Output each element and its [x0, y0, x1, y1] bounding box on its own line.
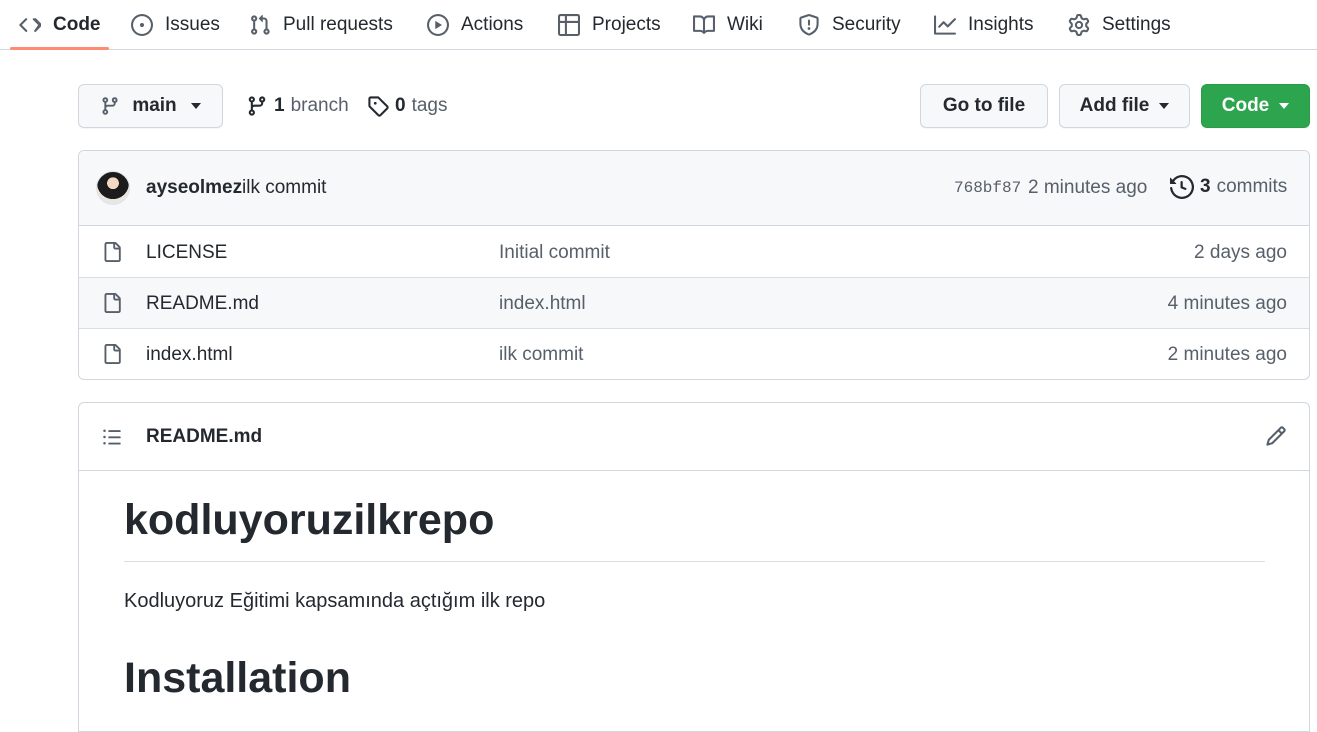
- tab-wiki[interactable]: Wiki: [693, 0, 763, 50]
- avatar[interactable]: [96, 171, 130, 205]
- commit-message[interactable]: ilk commit: [242, 177, 326, 199]
- tag-icon: [367, 95, 389, 117]
- file-age: 2 minutes ago: [1167, 344, 1287, 365]
- book-icon: [693, 14, 715, 36]
- history-icon: [1170, 175, 1194, 199]
- graph-icon: [934, 14, 956, 36]
- tab-code[interactable]: Code: [19, 0, 101, 50]
- go-to-file-label: Go to file: [942, 95, 1026, 116]
- git-branch-icon: [100, 96, 120, 116]
- issue-opened-icon: [131, 14, 153, 36]
- shield-icon: [798, 14, 820, 36]
- tab-settings-label: Settings: [1102, 14, 1171, 35]
- commit-count-label: commits: [1216, 176, 1288, 197]
- tab-pull-requests[interactable]: Pull requests: [249, 0, 393, 50]
- readme-heading-installation: Installation: [124, 654, 351, 702]
- heading-divider: [124, 561, 1265, 562]
- play-icon: [427, 14, 449, 36]
- file-commit-message[interactable]: index.html: [499, 293, 586, 315]
- readme-heading: kodluyoruzilkrepo: [124, 496, 495, 544]
- go-to-file-button[interactable]: Go to file: [920, 84, 1048, 128]
- chevron-down-icon: [1279, 103, 1290, 109]
- commit-author[interactable]: ayseolmez: [146, 177, 242, 199]
- tab-insights-label: Insights: [968, 14, 1034, 35]
- commit-count: 3: [1200, 176, 1211, 197]
- file-age: 4 minutes ago: [1167, 293, 1287, 314]
- code-icon: [19, 14, 41, 36]
- code-button-label: Code: [1221, 95, 1270, 116]
- gear-icon: [1068, 14, 1090, 36]
- readme-header: README.md: [79, 403, 1309, 471]
- tag-count: 0: [395, 95, 406, 116]
- file-row[interactable]: index.html ilk commit 2 minutes ago: [79, 329, 1309, 379]
- file-row[interactable]: README.md index.html 4 minutes ago: [79, 278, 1309, 329]
- tab-wiki-label: Wiki: [727, 14, 763, 35]
- add-file-button[interactable]: Add file: [1059, 84, 1190, 128]
- latest-commit-bar: ayseolmez ilk commit 768bf87 2 minutes a…: [79, 151, 1309, 226]
- tag-count-label: tags: [411, 95, 448, 116]
- pencil-icon[interactable]: [1265, 425, 1287, 447]
- git-pull-request-icon: [249, 14, 271, 36]
- branch-select-button[interactable]: main: [78, 84, 223, 128]
- tab-security-label: Security: [832, 14, 901, 35]
- tab-issues[interactable]: Issues: [131, 0, 220, 50]
- current-branch-label: main: [132, 95, 177, 116]
- readme-filename[interactable]: README.md: [146, 426, 262, 448]
- tab-projects-label: Projects: [592, 14, 661, 35]
- tab-security[interactable]: Security: [798, 0, 901, 50]
- branch-count: 1: [274, 95, 285, 116]
- tab-actions-label: Actions: [461, 14, 524, 35]
- file-name[interactable]: LICENSE: [146, 242, 227, 264]
- tab-insights[interactable]: Insights: [934, 0, 1033, 50]
- file-listing: ayseolmez ilk commit 768bf87 2 minutes a…: [78, 150, 1310, 380]
- tab-settings[interactable]: Settings: [1068, 0, 1171, 50]
- tab-pull-requests-label: Pull requests: [283, 14, 393, 35]
- file-row[interactable]: LICENSE Initial commit 2 days ago: [79, 227, 1309, 278]
- tab-projects[interactable]: Projects: [558, 0, 661, 50]
- file-age: 2 days ago: [1194, 242, 1287, 263]
- code-button[interactable]: Code: [1201, 84, 1310, 128]
- file-name[interactable]: README.md: [146, 293, 259, 315]
- tags-link[interactable]: 0 tags: [367, 84, 448, 128]
- tab-actions[interactable]: Actions: [427, 0, 523, 50]
- active-tab-underline: [10, 47, 109, 50]
- commit-history-link[interactable]: 3 commits: [1170, 175, 1287, 199]
- branches-link[interactable]: 1 branch: [246, 84, 349, 128]
- file-name[interactable]: index.html: [146, 344, 233, 366]
- readme-paragraph: Kodluyoruz Eğitimi kapsamında açtığım il…: [124, 590, 546, 612]
- commit-time: 2 minutes ago: [1028, 177, 1148, 198]
- file-icon: [102, 343, 122, 365]
- git-branch-icon: [246, 95, 268, 117]
- commit-sha[interactable]: 768bf87: [954, 179, 1021, 197]
- list-unordered-icon[interactable]: [101, 427, 123, 447]
- file-icon: [102, 241, 122, 263]
- file-commit-message[interactable]: Initial commit: [499, 242, 610, 264]
- branch-count-label: branch: [290, 95, 349, 116]
- chevron-down-icon: [190, 103, 201, 109]
- file-icon: [102, 292, 122, 314]
- chevron-down-icon: [1159, 103, 1170, 109]
- tab-code-label: Code: [53, 14, 101, 35]
- table-icon: [558, 14, 580, 36]
- repo-tab-nav: Code Issues Pull requests Actions Projec…: [0, 0, 1317, 50]
- readme-box: README.md kodluyoruzilkrepo Kodluyoruz E…: [78, 402, 1310, 732]
- tab-issues-label: Issues: [165, 14, 220, 35]
- add-file-label: Add file: [1079, 95, 1150, 116]
- file-commit-message[interactable]: ilk commit: [499, 344, 583, 366]
